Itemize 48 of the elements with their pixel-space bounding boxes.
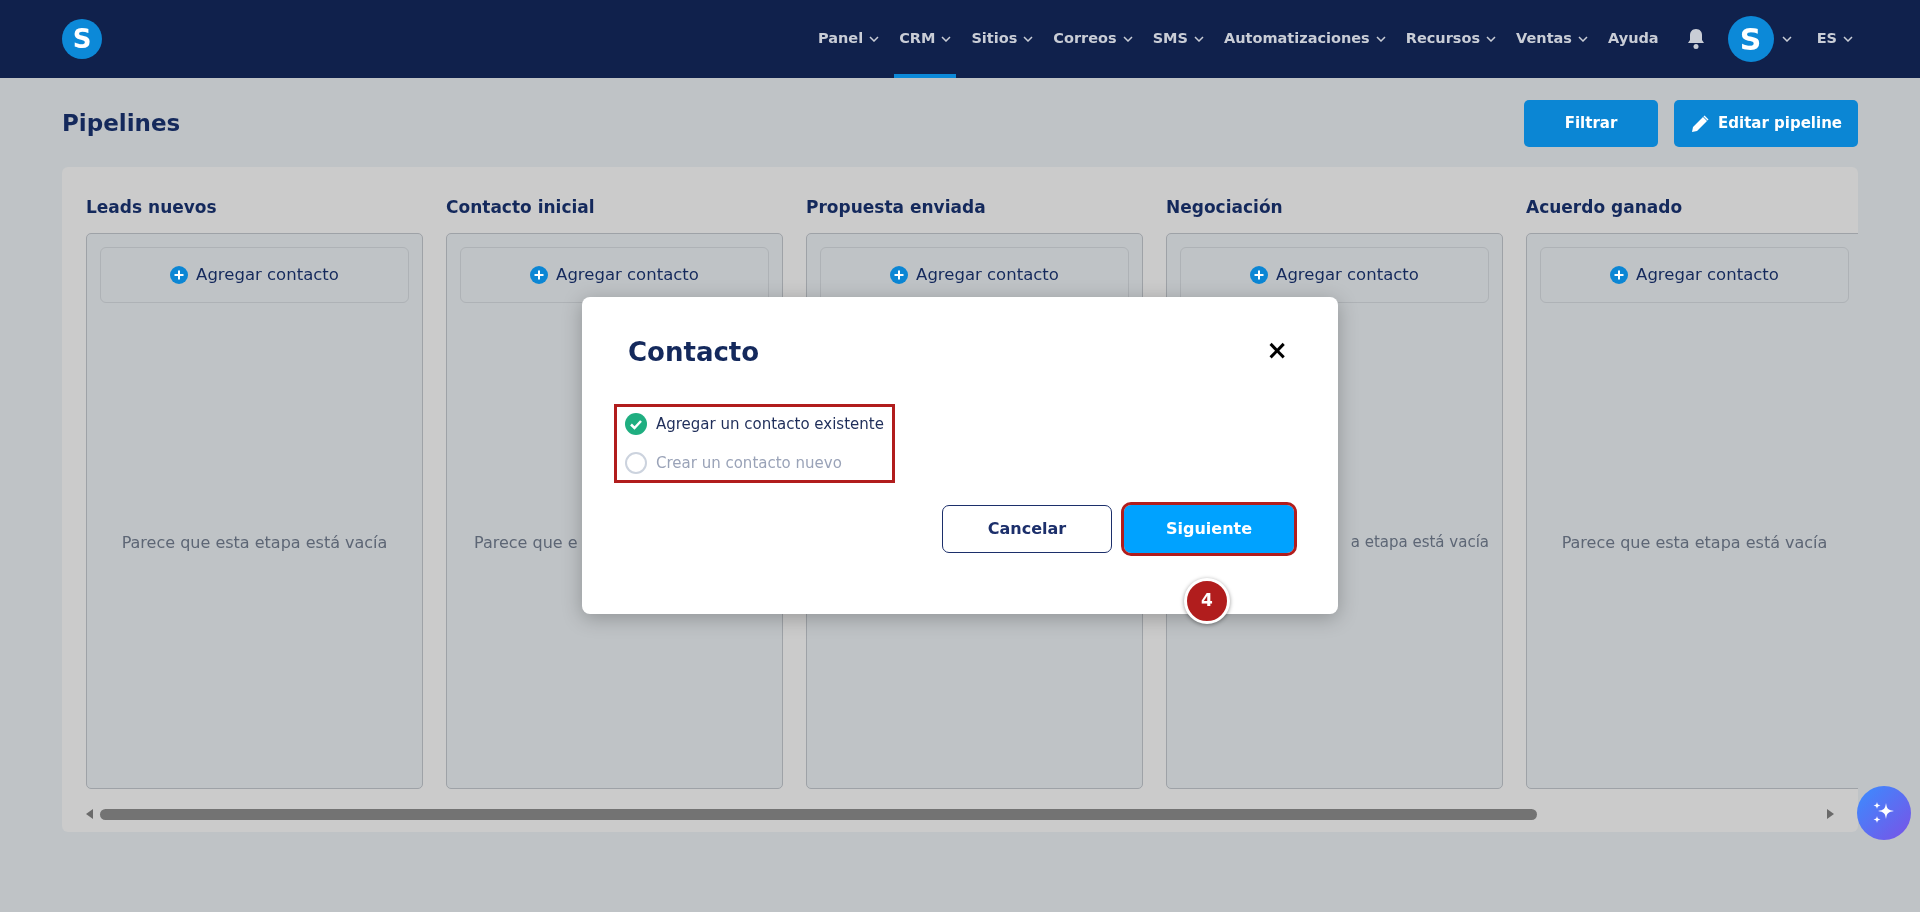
nav-menu-item[interactable]: CRM [894, 0, 957, 78]
nav-menu-item[interactable]: Recursos [1400, 0, 1502, 78]
add-contact-button[interactable]: Agregar contacto [460, 247, 769, 303]
nav-menu-item[interactable]: Sitios [966, 0, 1039, 78]
stage-title: Propuesta enviada [806, 196, 987, 219]
empty-stage-message: Parece que esta etapa está vacía [1561, 532, 1828, 554]
add-contact-button[interactable]: Agregar contacto [1540, 247, 1849, 303]
chevron-down-icon [1781, 36, 1792, 42]
dialog-title: Contacto [628, 337, 760, 369]
radio-option[interactable]: Agregar un contacto existente [625, 413, 884, 436]
empty-stage-message: Parece que esta etapa está vacía [121, 532, 388, 554]
nav-menu-item[interactable]: SMS [1147, 0, 1209, 78]
check-circle-icon [625, 413, 647, 436]
cancel-button[interactable]: Cancelar [942, 505, 1112, 554]
radio-circle-icon [625, 451, 647, 474]
nav-menu-item[interactable]: Ventas [1511, 0, 1593, 78]
stage-title: Leads nuevos [86, 196, 218, 219]
stage-title: Contacto inicial [446, 196, 596, 219]
add-contact-button[interactable]: Agregar contacto [1180, 247, 1489, 303]
stage-title: Acuerdo ganado [1526, 196, 1684, 219]
ai-assistant-button[interactable] [1857, 786, 1911, 840]
pencil-icon [1690, 113, 1711, 134]
plus-circle-icon [530, 266, 549, 284]
bell-icon[interactable] [1685, 28, 1706, 50]
language-menu[interactable]: ES [1811, 0, 1858, 78]
logo[interactable]: S [62, 19, 102, 59]
nav-menu-item[interactable]: Ayuda [1603, 0, 1664, 78]
nav-menu-item[interactable]: Correos [1048, 0, 1138, 78]
filter-button[interactable]: Filtrar [1524, 100, 1659, 147]
stage-title: Negociación [1166, 196, 1284, 219]
add-contact-button[interactable]: Agregar contacto [100, 247, 409, 303]
scroll-left-icon[interactable] [86, 809, 94, 819]
chevron-down-icon [1843, 36, 1853, 42]
plus-circle-icon [890, 266, 909, 284]
nav-menu-item[interactable]: Automatizaciones [1218, 0, 1391, 78]
close-button[interactable]: × [1262, 337, 1292, 363]
edit-pipeline-button[interactable]: Editar pipeline [1674, 100, 1858, 147]
nav-menu-item[interactable]: Panel [812, 0, 885, 78]
plus-circle-icon [1610, 266, 1629, 284]
page-title: Pipelines [62, 109, 181, 138]
avatar: S [1727, 16, 1774, 62]
plus-circle-icon [170, 266, 189, 284]
avatar-menu[interactable]: S [1727, 16, 1792, 62]
empty-stage-message: Parece que e [474, 532, 578, 554]
scrollbar-thumb[interactable] [100, 808, 1537, 820]
scroll-right-icon[interactable] [1826, 809, 1834, 819]
empty-stage-message: a etapa está vacía [1350, 532, 1489, 553]
plus-circle-icon [1250, 266, 1269, 284]
